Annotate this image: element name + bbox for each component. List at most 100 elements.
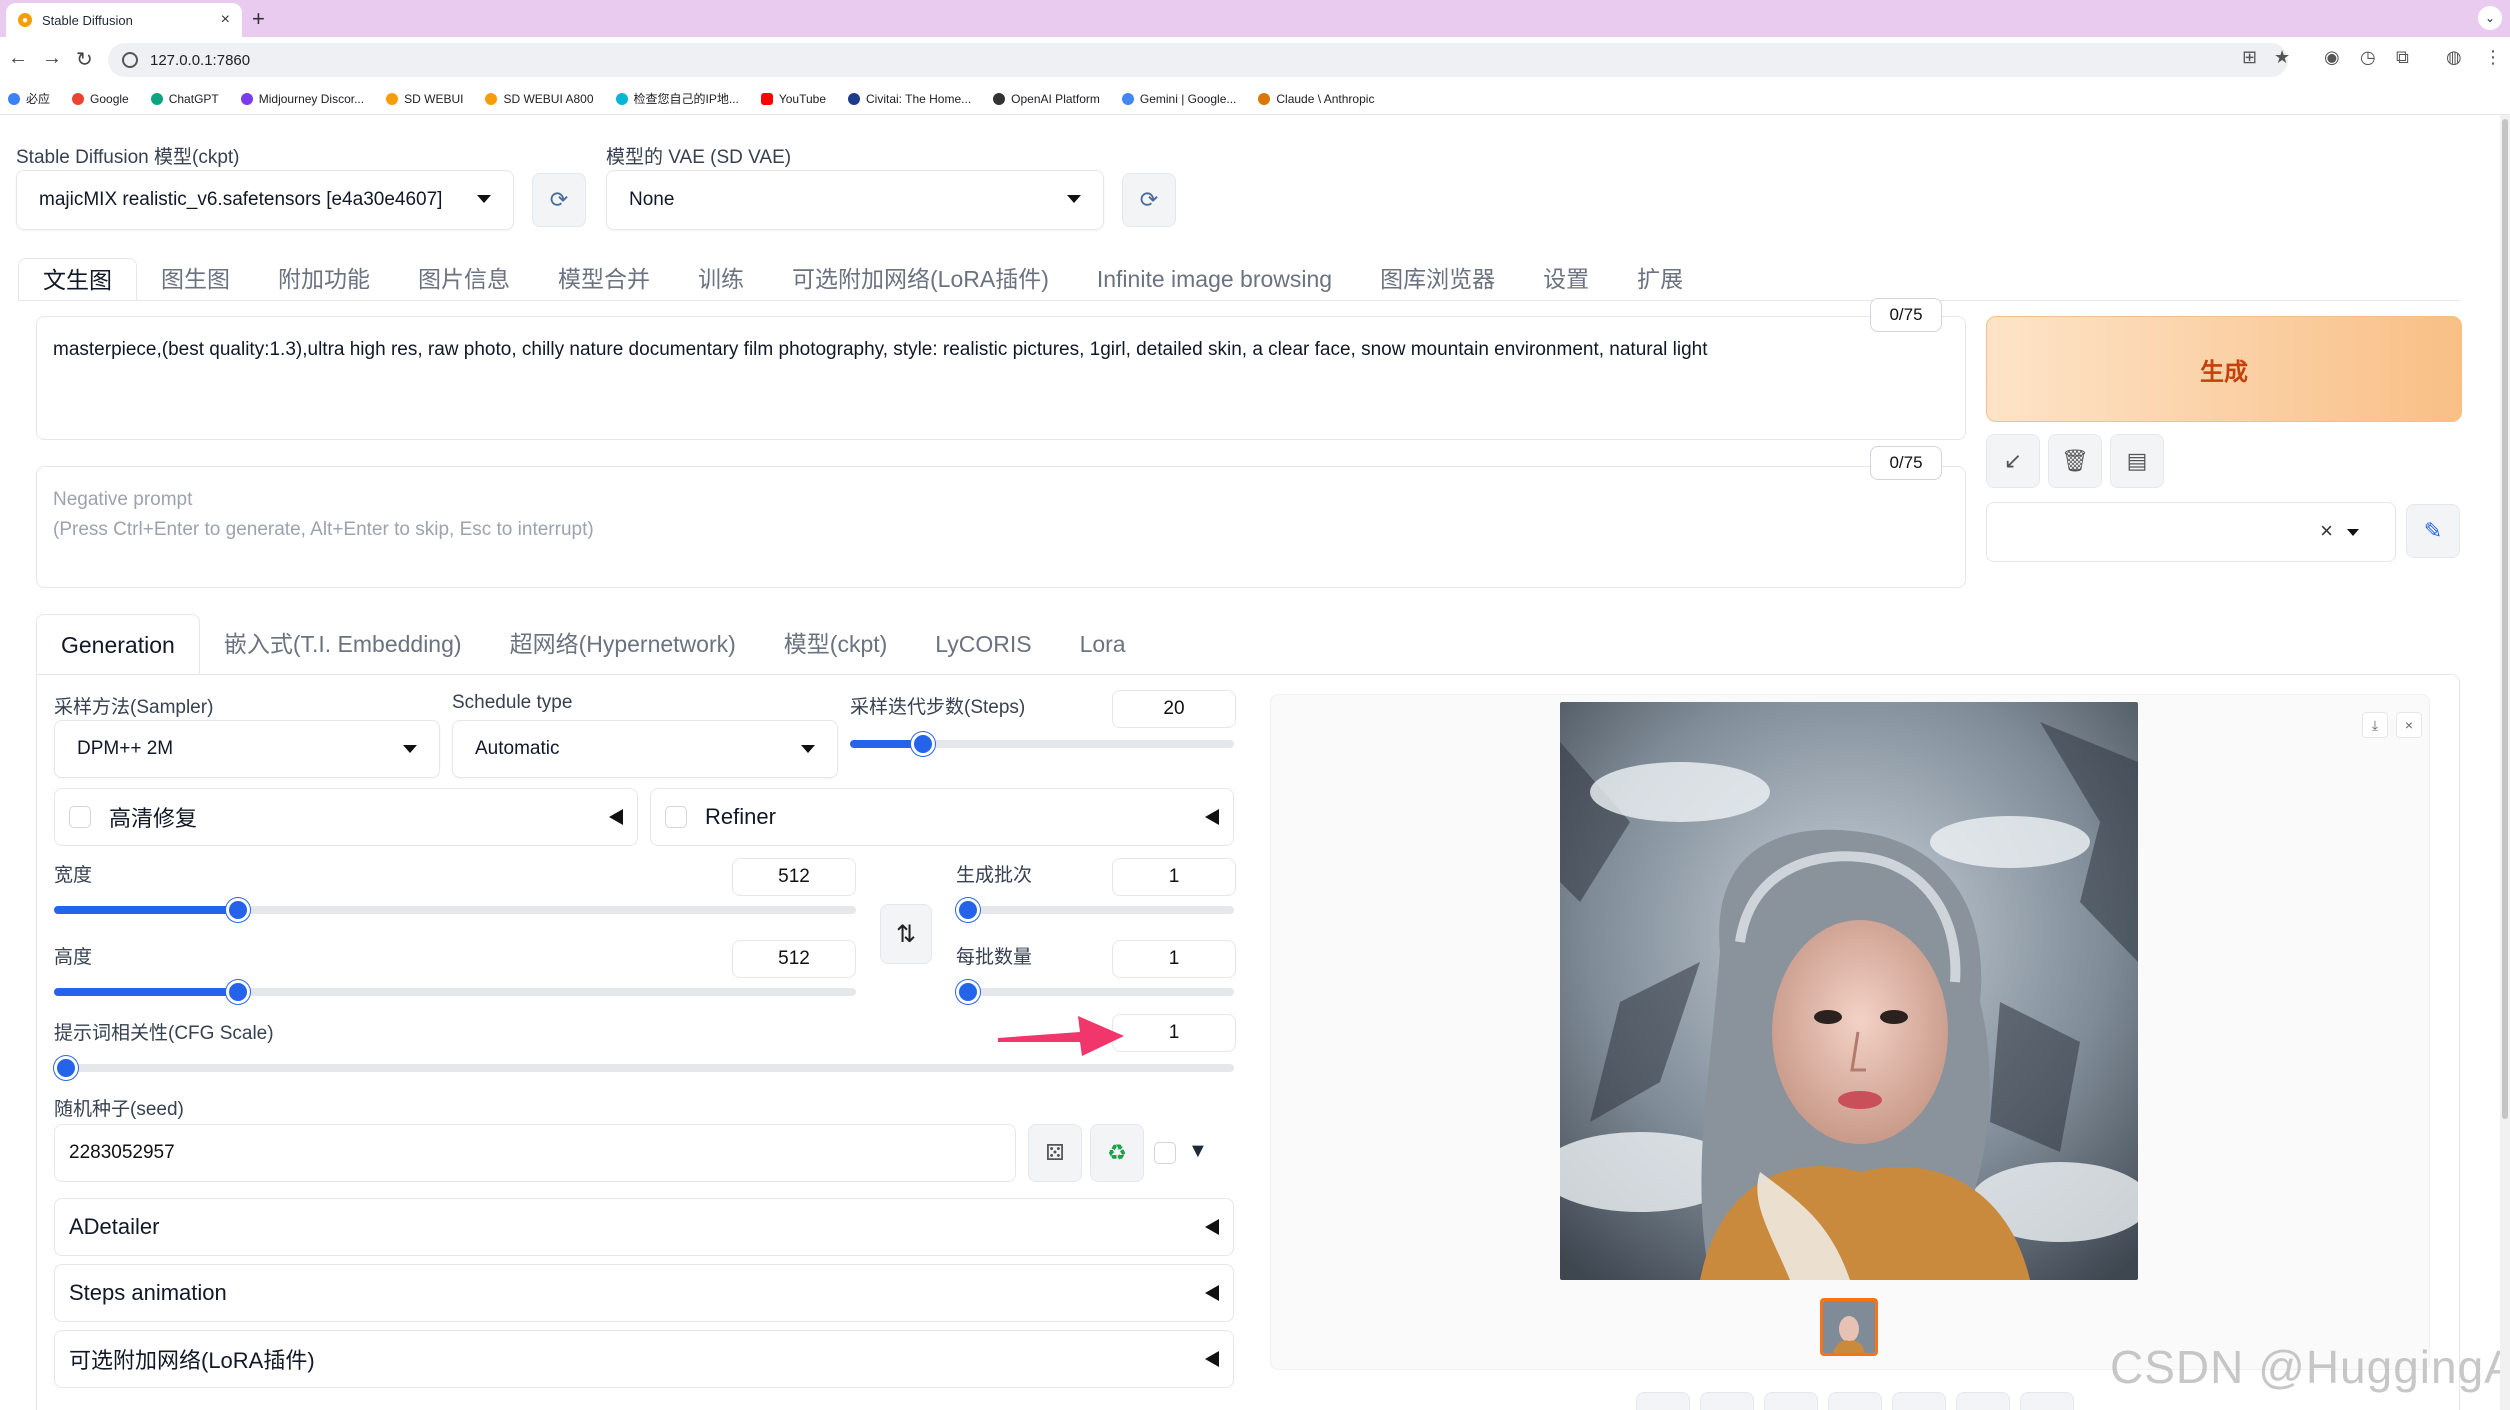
bookmark-item[interactable]: Civitai: The Home... — [848, 92, 971, 106]
extensions-puzzle-icon[interactable]: ⧉ — [2396, 47, 2409, 68]
prompt-textarea[interactable]: masterpiece,(best quality:1.3),ultra hig… — [36, 316, 1966, 440]
hires-fix-checkbox[interactable] — [69, 806, 91, 828]
extra-seed-checkbox[interactable] — [1154, 1142, 1176, 1164]
tab-infinite-image-browsing[interactable]: Infinite image browsing — [1073, 258, 1356, 300]
tab-png-info[interactable]: 图片信息 — [394, 258, 534, 300]
swap-dimensions-button[interactable]: ⇅ — [880, 904, 932, 964]
bookmark-item[interactable]: Gemini | Google... — [1121, 92, 1236, 106]
download-icon[interactable]: ⤓ — [2362, 712, 2388, 738]
tab-lycoris[interactable]: LyCORIS — [911, 614, 1055, 674]
bookmark-item[interactable]: OpenAI Platform — [993, 92, 1100, 106]
new-tab-icon[interactable]: + — [252, 6, 265, 32]
ckpt-dropdown[interactable]: majicMIX realistic_v6.safetensors [e4a30… — [16, 170, 514, 230]
batch-count-slider-thumb[interactable] — [956, 898, 980, 922]
tab-img2img[interactable]: 图生图 — [137, 258, 254, 300]
sampler-dropdown[interactable]: DPM++ 2M — [54, 720, 440, 778]
steps-animation-accordion[interactable]: Steps animation — [54, 1264, 1234, 1322]
tab-train[interactable]: 训练 — [674, 258, 768, 300]
styles-button[interactable]: ▤ — [2110, 434, 2164, 488]
page-scrollbar-thumb[interactable] — [2502, 119, 2508, 1119]
back-arrow-icon[interactable]: ← — [8, 47, 28, 70]
profile-avatar-icon[interactable]: ◍ — [2446, 47, 2462, 68]
refiner-accordion[interactable]: Refiner — [650, 788, 1234, 846]
close-icon[interactable]: × — [2396, 712, 2422, 738]
generate-button[interactable]: 生成 — [1986, 316, 2462, 422]
output-action-button[interactable] — [1700, 1392, 1754, 1410]
height-input[interactable]: 512 — [732, 940, 856, 978]
tab-extensions[interactable]: 扩展 — [1613, 258, 1707, 300]
extra-seed-triangle-icon[interactable]: ▼ — [1188, 1140, 1208, 1163]
height-slider[interactable] — [54, 980, 856, 1004]
page-scrollbar[interactable] — [2500, 115, 2510, 1410]
bookmark-item[interactable]: 必应 — [8, 90, 50, 107]
tab-extras[interactable]: 附加功能 — [254, 258, 394, 300]
bookmark-item[interactable]: Claude \ Anthropic — [1258, 92, 1374, 106]
reload-icon[interactable]: ↻ — [76, 47, 93, 72]
output-action-button[interactable] — [2020, 1392, 2074, 1410]
cfg-slider-thumb[interactable] — [54, 1056, 78, 1080]
bookmark-item[interactable]: SD WEBUI A800 — [485, 92, 594, 106]
output-action-button[interactable] — [1764, 1392, 1818, 1410]
refiner-checkbox[interactable] — [665, 806, 687, 828]
site-info-icon[interactable] — [122, 52, 138, 68]
cfg-scale-slider[interactable] — [54, 1056, 1234, 1080]
tab-gallery-browser[interactable]: 图库浏览器 — [1356, 258, 1519, 300]
extension-dot-icon[interactable]: ◉ — [2324, 47, 2340, 68]
translate-icon[interactable]: ⊞ — [2242, 47, 2257, 68]
negative-prompt-textarea[interactable]: Negative prompt (Press Ctrl+Enter to gen… — [36, 466, 1966, 588]
vae-dropdown[interactable]: None — [606, 170, 1104, 230]
random-seed-button[interactable]: ⚄ — [1028, 1124, 1082, 1182]
url-omnibox[interactable]: 127.0.0.1:7860 — [108, 43, 2288, 77]
forward-arrow-icon[interactable]: → — [42, 47, 62, 70]
tab-lora[interactable]: Lora — [1056, 614, 1150, 674]
bookmark-item[interactable]: SD WEBUI — [386, 92, 463, 106]
bookmark-star-icon[interactable]: ★ — [2274, 47, 2290, 68]
gallery-thumbnail[interactable] — [1820, 1298, 1878, 1356]
close-tab-icon[interactable]: × — [221, 11, 230, 29]
tab-generation[interactable]: Generation — [36, 614, 200, 674]
steps-input[interactable]: 20 — [1112, 690, 1236, 728]
width-slider[interactable] — [54, 898, 856, 922]
additional-networks-accordion[interactable]: 可选附加网络(LoRA插件) — [54, 1330, 1234, 1388]
bookmark-item[interactable]: YouTube — [760, 92, 826, 106]
tab-checkpoints[interactable]: 模型(ckpt) — [760, 614, 912, 674]
bookmark-item[interactable]: ChatGPT — [150, 92, 219, 106]
refresh-vae-button[interactable]: ⟳ — [1122, 173, 1176, 227]
cfg-scale-input[interactable]: 1 — [1112, 1014, 1236, 1052]
output-action-button[interactable] — [1892, 1392, 1946, 1410]
steps-slider-thumb[interactable] — [910, 732, 935, 756]
bookmark-item[interactable]: Google — [72, 92, 129, 106]
tab-textual-inversion[interactable]: 嵌入式(T.I. Embedding) — [200, 614, 486, 674]
batch-count-slider[interactable] — [956, 898, 1234, 922]
clear-icon[interactable]: × — [2320, 518, 2333, 544]
browser-tab[interactable]: ● Stable Diffusion × — [6, 3, 242, 37]
reuse-seed-button[interactable]: ♻ — [1090, 1124, 1144, 1182]
tab-txt2img[interactable]: 文生图 — [18, 258, 137, 300]
width-input[interactable]: 512 — [732, 858, 856, 896]
tab-search-chevron-icon[interactable]: ⌄ — [2478, 6, 2502, 30]
output-action-button[interactable] — [1956, 1392, 2010, 1410]
history-clock-icon[interactable]: ◷ — [2360, 47, 2376, 68]
bookmark-item[interactable]: 检查您自己的IP地... — [615, 90, 739, 107]
refresh-ckpt-button[interactable]: ⟳ — [532, 173, 586, 227]
hires-fix-accordion[interactable]: 高清修复 — [54, 788, 638, 846]
steps-slider[interactable] — [850, 732, 1234, 756]
seed-input[interactable]: 2283052957 — [54, 1124, 1016, 1182]
bookmark-item[interactable]: Midjourney Discor... — [240, 92, 364, 106]
tab-additional-networks[interactable]: 可选附加网络(LoRA插件) — [768, 258, 1073, 300]
tab-settings[interactable]: 设置 — [1519, 258, 1613, 300]
styles-dropdown[interactable]: × — [1986, 502, 2396, 562]
edit-style-button[interactable]: ✎ — [2406, 504, 2460, 558]
generated-image[interactable] — [1560, 702, 2138, 1280]
read-params-button[interactable]: ↙ — [1986, 434, 2040, 488]
output-action-button[interactable] — [1828, 1392, 1882, 1410]
schedule-type-dropdown[interactable]: Automatic — [452, 720, 838, 778]
tab-hypernetwork[interactable]: 超网络(Hypernetwork) — [486, 614, 760, 674]
batch-size-slider[interactable] — [956, 980, 1234, 1004]
batch-size-input[interactable]: 1 — [1112, 940, 1236, 978]
batch-size-slider-thumb[interactable] — [956, 980, 980, 1004]
batch-count-input[interactable]: 1 — [1112, 858, 1236, 896]
browser-menu-icon[interactable]: ⋮ — [2484, 47, 2502, 68]
output-action-button[interactable] — [1636, 1392, 1690, 1410]
tab-checkpoint-merger[interactable]: 模型合并 — [534, 258, 674, 300]
